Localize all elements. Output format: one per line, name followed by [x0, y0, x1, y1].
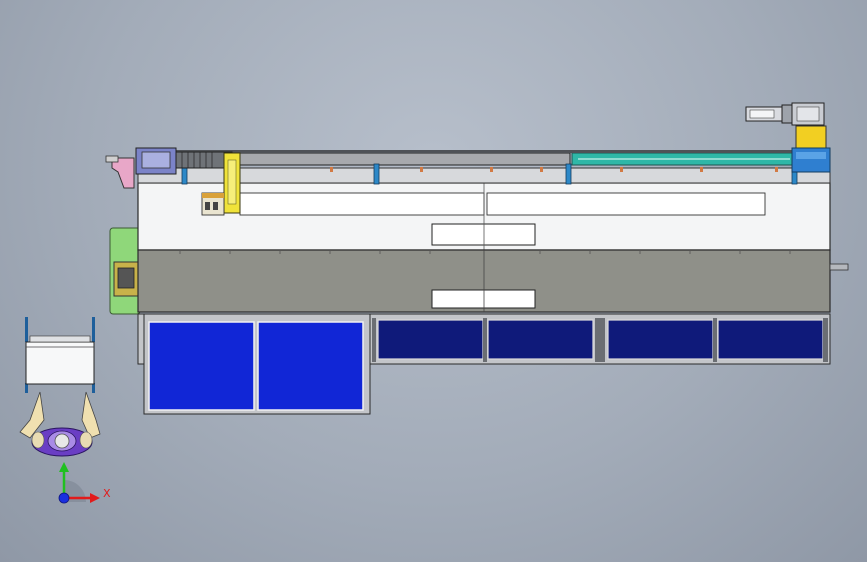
material-cart[interactable] [25, 317, 95, 393]
operator-figure [19, 391, 101, 457]
upper-label-box [431, 223, 536, 246]
x-axis-label: X [103, 487, 111, 500]
blue-panel-dark-1 [377, 319, 484, 360]
top-rail-base [137, 167, 831, 184]
right-yellow-block [795, 125, 827, 149]
lower-label-box [431, 289, 536, 309]
y-axis-arrow [59, 462, 69, 472]
blue-panel-dark-3 [607, 319, 714, 360]
cart-body [25, 341, 95, 385]
upper-window-right [486, 192, 766, 216]
cad-viewport[interactable]: X [0, 0, 867, 562]
right-shaft [829, 263, 849, 271]
blue-panel-dark-2 [487, 319, 594, 360]
blue-panel-dark-4 [717, 319, 824, 360]
linear-rail-gray [237, 152, 571, 166]
right-motor-flange [781, 104, 793, 124]
xyz-axis-triad-icon: X [58, 462, 111, 504]
x-axis-arrow [90, 493, 100, 503]
machine-assembly[interactable] [105, 102, 849, 415]
blue-panel-bright-1 [148, 321, 255, 411]
blue-panel-bright-2 [257, 321, 364, 411]
support-post [565, 163, 572, 185]
z-axis-dot [58, 492, 70, 504]
support-post [373, 163, 380, 185]
upper-window-left [239, 192, 485, 216]
left-clamp-pink [111, 157, 135, 189]
person-top-view-icon [19, 391, 101, 457]
right-blue-housing [791, 147, 831, 173]
